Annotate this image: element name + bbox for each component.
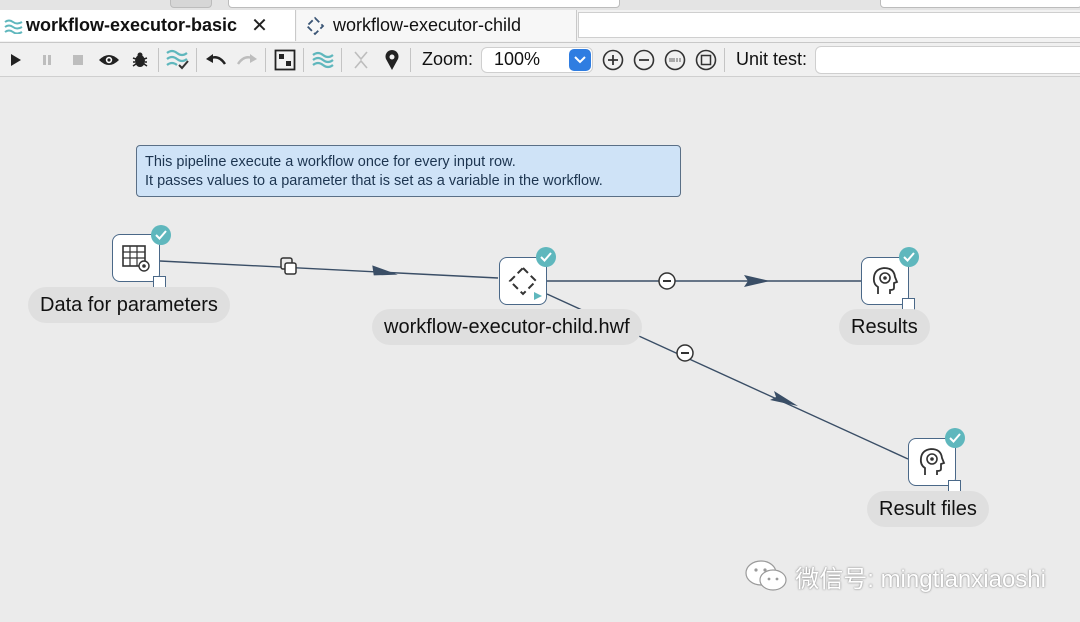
check-pipeline-icon xyxy=(165,49,189,69)
zoom-100-icon xyxy=(664,49,685,70)
stop-button[interactable] xyxy=(62,45,93,75)
cut-search-field xyxy=(228,0,620,8)
toolbar-separator xyxy=(341,47,342,72)
undo-icon xyxy=(205,53,226,65)
undo-button[interactable] xyxy=(200,45,231,75)
stop-icon xyxy=(72,54,83,65)
node-label: Result files xyxy=(867,491,989,527)
cut-toolbar-control xyxy=(170,0,212,8)
node-label: Results xyxy=(839,309,930,345)
tab-workflow-executor-child[interactable]: workflow-executor-child xyxy=(297,10,577,41)
run-button[interactable] xyxy=(0,45,31,75)
result-hop-icon xyxy=(676,344,694,362)
head-gear-icon xyxy=(919,448,946,475)
pipeline-waves-icon xyxy=(2,18,26,34)
shuffle-button[interactable] xyxy=(345,45,376,75)
zoom-100-button[interactable] xyxy=(659,45,690,75)
zoom-out-icon xyxy=(633,49,654,70)
toolbar-separator xyxy=(724,47,726,72)
success-check-icon xyxy=(151,225,171,245)
dataflow-button[interactable] xyxy=(307,45,338,75)
redo-icon xyxy=(236,53,257,65)
hop-workflow-to-results[interactable] xyxy=(547,272,861,290)
unit-test-select[interactable] xyxy=(815,45,1080,74)
cut-field xyxy=(880,0,1080,8)
toolbar-separator xyxy=(303,47,304,72)
align-button[interactable] xyxy=(269,45,300,75)
play-icon xyxy=(534,292,542,300)
workflow-diamond-icon xyxy=(303,16,327,36)
pause-icon xyxy=(42,54,51,65)
note-line: This pipeline execute a workflow once fo… xyxy=(145,154,516,170)
align-icon xyxy=(274,49,295,70)
toolbar: Zoom: 100% Unit test: xyxy=(0,43,1080,77)
toolbar-separator xyxy=(196,47,197,72)
preview-icon xyxy=(98,54,119,65)
chevron-down-icon[interactable] xyxy=(569,48,592,71)
pipeline-canvas[interactable]: This pipeline execute a workflow once fo… xyxy=(0,77,1080,622)
run-icon xyxy=(10,53,21,66)
check-pipeline-button[interactable] xyxy=(162,45,193,75)
copy-rows-icon xyxy=(280,257,297,275)
preview-button[interactable] xyxy=(93,45,124,75)
wechat-icon xyxy=(745,560,787,591)
zoom-in-button[interactable] xyxy=(597,45,628,75)
success-check-icon xyxy=(899,247,919,267)
tab-bar-empty-area xyxy=(578,12,1080,38)
tab-label: workflow-executor-child xyxy=(333,15,522,35)
toolbar-separator xyxy=(410,47,411,72)
dataflow-icon xyxy=(311,51,334,68)
debug-button[interactable] xyxy=(124,45,155,75)
result-hop-icon xyxy=(658,272,676,290)
tab-bar: workflow-executor-basic ✕ workflow-execu… xyxy=(0,10,1080,43)
node-label: Data for parameters xyxy=(28,287,230,323)
zoom-in-icon xyxy=(602,49,623,70)
success-check-icon xyxy=(536,247,556,267)
head-gear-icon xyxy=(872,267,899,294)
zoom-out-button[interactable] xyxy=(628,45,659,75)
location-pin-button[interactable] xyxy=(376,45,407,75)
toolbar-separator xyxy=(265,47,266,72)
zoom-fit-icon xyxy=(695,49,716,70)
debug-icon xyxy=(132,52,147,67)
hop-data-to-workflow[interactable] xyxy=(159,257,499,279)
redo-button[interactable] xyxy=(231,45,262,75)
shuffle-icon xyxy=(353,50,368,69)
toolbar-separator xyxy=(158,47,159,72)
zoom-select[interactable]: 100% xyxy=(481,46,594,73)
success-check-icon xyxy=(945,428,965,448)
zoom-fit-button[interactable] xyxy=(690,45,721,75)
node-label: workflow-executor-child.hwf xyxy=(372,309,642,345)
unit-test-label: Unit test: xyxy=(736,49,808,69)
location-pin-icon xyxy=(385,49,398,70)
pause-button[interactable] xyxy=(31,45,62,75)
note-line: It passes values to a parameter that is … xyxy=(145,173,603,189)
tab-workflow-executor-basic[interactable]: workflow-executor-basic ✕ xyxy=(0,10,296,41)
watermark: 微信号: mingtianxiaoshi xyxy=(743,558,1046,594)
data-grid-icon xyxy=(122,245,150,272)
tab-label: workflow-executor-basic xyxy=(26,15,238,35)
close-icon[interactable]: ✕ xyxy=(251,16,268,36)
watermark-text: 微信号: mingtianxiaoshi xyxy=(795,565,1046,593)
zoom-value: 100% xyxy=(494,49,541,69)
pipeline-note[interactable]: This pipeline execute a workflow once fo… xyxy=(136,145,681,197)
zoom-label: Zoom: xyxy=(422,49,474,69)
